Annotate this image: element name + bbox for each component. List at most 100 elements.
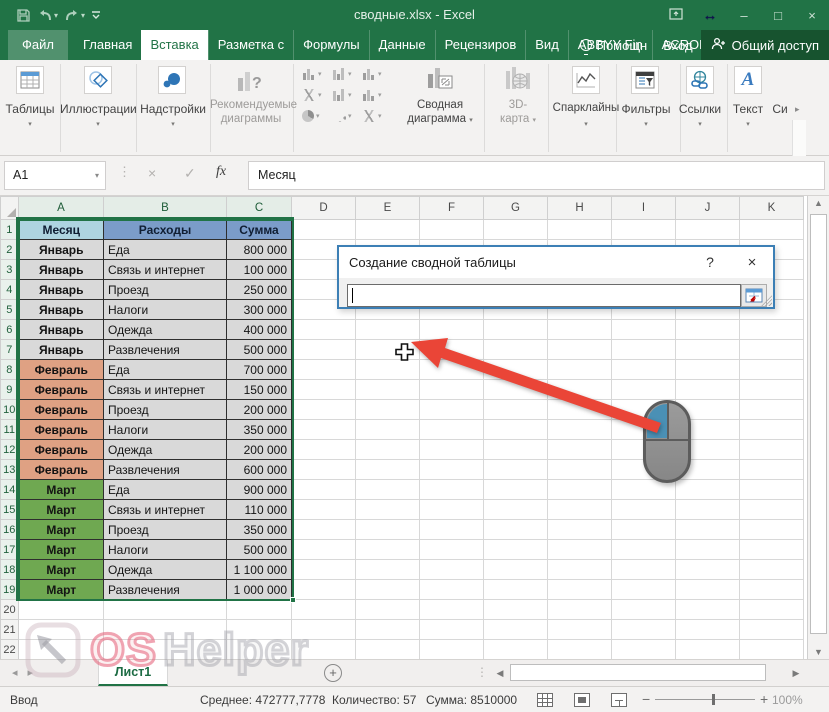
row-header-15[interactable]: 15 (1, 500, 19, 520)
cell-H15[interactable] (548, 500, 612, 520)
column-chart-icon[interactable]: ▾ (302, 68, 322, 80)
cell-E15[interactable] (356, 500, 420, 520)
cell-B2[interactable]: Еда (104, 240, 227, 260)
cell-H9[interactable] (548, 380, 612, 400)
row-header-3[interactable]: 3 (1, 260, 19, 280)
ribbon-scroll-right-icon[interactable]: ▸ (795, 104, 800, 115)
cell-C8[interactable]: 700 000 (227, 360, 292, 380)
cell-A22[interactable] (19, 640, 104, 660)
pie-chart-icon[interactable]: ▾ (302, 110, 320, 122)
sheet-tab[interactable]: Лист1 (98, 660, 168, 686)
zoom-in-icon[interactable]: + (760, 691, 768, 707)
cell-B9[interactable]: Связь и интернет (104, 380, 227, 400)
cell-J6[interactable] (676, 320, 740, 340)
cell-B22[interactable] (104, 640, 227, 660)
cell-B3[interactable]: Связь и интернет (104, 260, 227, 280)
cell-E9[interactable] (356, 380, 420, 400)
cell-A10[interactable]: Февраль (19, 400, 104, 420)
cell-C20[interactable] (227, 600, 292, 620)
cell-K16[interactable] (740, 520, 804, 540)
cell-K9[interactable] (740, 380, 804, 400)
column-header-D[interactable]: D (292, 197, 356, 220)
ribbon-display-options-icon[interactable] (659, 8, 693, 23)
cell-H14[interactable] (548, 480, 612, 500)
cell-C6[interactable]: 400 000 (227, 320, 292, 340)
cell-A5[interactable]: Январь (19, 300, 104, 320)
row-header-8[interactable]: 8 (1, 360, 19, 380)
horizontal-scroll-thumb[interactable] (510, 664, 766, 681)
cell-I7[interactable] (612, 340, 676, 360)
cell-H18[interactable] (548, 560, 612, 580)
cell-C4[interactable]: 250 000 (227, 280, 292, 300)
radar-chart-icon[interactable]: ▾ (362, 110, 382, 122)
bar-chart-icon[interactable]: ▾ (332, 68, 352, 80)
cell-C15[interactable]: 110 000 (227, 500, 292, 520)
page-layout-view-icon[interactable] (574, 693, 590, 707)
cell-J20[interactable] (676, 600, 740, 620)
cell-B20[interactable] (104, 600, 227, 620)
cell-G19[interactable] (484, 580, 548, 600)
cell-I22[interactable] (612, 640, 676, 660)
share-button[interactable]: Общий доступ (701, 30, 829, 60)
line-chart-icon[interactable]: ▾ (302, 89, 322, 101)
cell-B7[interactable]: Развлечения (104, 340, 227, 360)
cell-F22[interactable] (420, 640, 484, 660)
cell-E11[interactable] (356, 420, 420, 440)
cell-A9[interactable]: Февраль (19, 380, 104, 400)
dialog-close-button[interactable]: × (735, 247, 769, 278)
cell-A6[interactable]: Январь (19, 320, 104, 340)
cell-E19[interactable] (356, 580, 420, 600)
cell-K15[interactable] (740, 500, 804, 520)
cell-E20[interactable] (356, 600, 420, 620)
cell-F1[interactable] (420, 220, 484, 240)
cell-G1[interactable] (484, 220, 548, 240)
cell-B16[interactable]: Проезд (104, 520, 227, 540)
hscroll-left-icon[interactable]: ◀ (492, 664, 508, 682)
column-header-J[interactable]: J (676, 197, 740, 220)
cell-K14[interactable] (740, 480, 804, 500)
cell-E22[interactable] (356, 640, 420, 660)
formula-input[interactable]: Месяц (248, 161, 825, 190)
cell-J16[interactable] (676, 520, 740, 540)
cell-D21[interactable] (292, 620, 356, 640)
cell-I15[interactable] (612, 500, 676, 520)
zoom-level[interactable]: 100% (772, 693, 803, 707)
cell-H21[interactable] (548, 620, 612, 640)
cell-A2[interactable]: Январь (19, 240, 104, 260)
close-button[interactable]: × (795, 8, 829, 23)
cell-C11[interactable]: 350 000 (227, 420, 292, 440)
cell-F9[interactable] (420, 380, 484, 400)
name-box-dropdown-icon[interactable]: ▾ (95, 162, 99, 189)
cell-I19[interactable] (612, 580, 676, 600)
row-header-1[interactable]: 1 (1, 220, 19, 240)
cell-F21[interactable] (420, 620, 484, 640)
cell-F14[interactable] (420, 480, 484, 500)
vertical-scroll-thumb[interactable] (810, 214, 827, 634)
zoom-slider-thumb[interactable] (712, 694, 715, 705)
cell-D7[interactable] (292, 340, 356, 360)
cell-A12[interactable]: Февраль (19, 440, 104, 460)
sheet-nav-left-icon[interactable]: ◂ (12, 667, 28, 679)
combo-chart-icon[interactable]: ▾ (362, 89, 382, 101)
confirm-entry-icon[interactable]: ✓ (184, 165, 196, 182)
cell-K17[interactable] (740, 540, 804, 560)
cell-K12[interactable] (740, 440, 804, 460)
cell-H11[interactable] (548, 420, 612, 440)
cell-G15[interactable] (484, 500, 548, 520)
cell-H6[interactable] (548, 320, 612, 340)
cell-D20[interactable] (292, 600, 356, 620)
cell-C3[interactable]: 100 000 (227, 260, 292, 280)
cell-D14[interactable] (292, 480, 356, 500)
row-header-13[interactable]: 13 (1, 460, 19, 480)
cell-A8[interactable]: Февраль (19, 360, 104, 380)
cell-B17[interactable]: Налоги (104, 540, 227, 560)
cell-I21[interactable] (612, 620, 676, 640)
cell-H12[interactable] (548, 440, 612, 460)
new-sheet-icon[interactable]: + (324, 664, 342, 682)
cell-C17[interactable]: 500 000 (227, 540, 292, 560)
row-header-2[interactable]: 2 (1, 240, 19, 260)
column-header-F[interactable]: F (420, 197, 484, 220)
cell-A21[interactable] (19, 620, 104, 640)
cell-A18[interactable]: Март (19, 560, 104, 580)
cell-K20[interactable] (740, 600, 804, 620)
